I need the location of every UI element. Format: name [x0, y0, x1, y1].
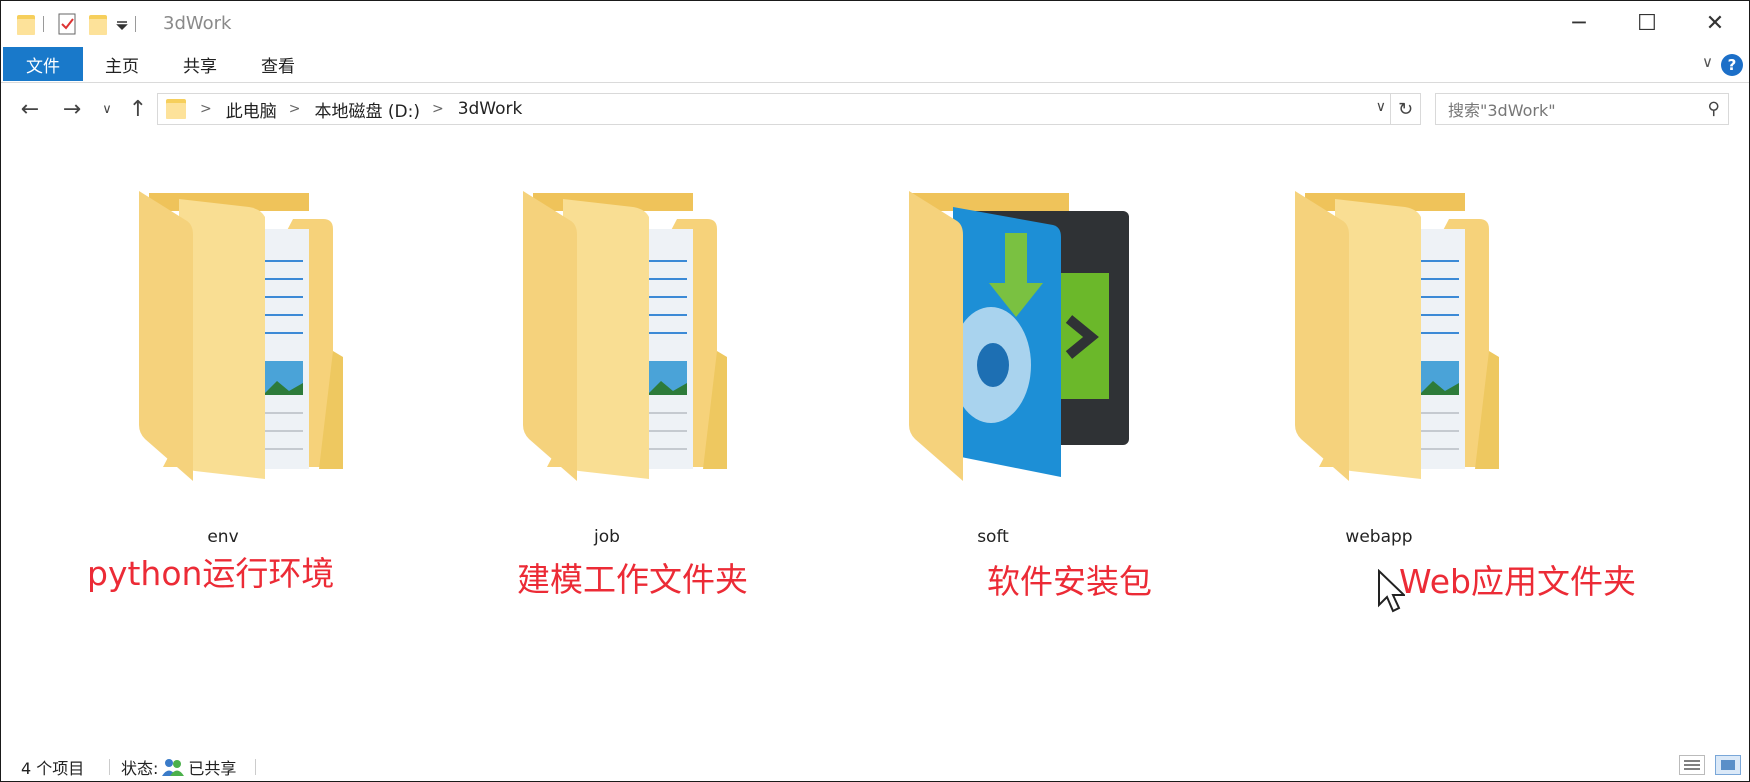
- tab-share[interactable]: 共享: [165, 47, 235, 81]
- ribbon-tabs: 文件 主页 共享 查看 ∨ ?: [1, 47, 1749, 83]
- properties-icon[interactable]: [57, 11, 77, 37]
- folder-name[interactable]: soft: [843, 527, 1143, 547]
- status-bar: 4 个项目 状态: 已共享: [1, 751, 1749, 781]
- folder-item-job[interactable]: job: [457, 181, 757, 547]
- folder-documents-icon: [523, 191, 727, 481]
- search-icon[interactable]: ⚲: [1708, 99, 1720, 119]
- customize-qat-icon[interactable]: [115, 11, 129, 37]
- chevron-right-icon[interactable]: >: [200, 101, 212, 117]
- breadcrumb-3dwork[interactable]: 3dWork: [458, 99, 523, 119]
- help-icon[interactable]: ?: [1721, 54, 1743, 76]
- folder-documents-icon: [139, 191, 343, 481]
- annotation-job: 建模工作文件夹: [517, 560, 748, 599]
- folder-name[interactable]: job: [457, 527, 757, 547]
- details-view-icon[interactable]: [1679, 755, 1705, 775]
- new-folder-icon[interactable]: [87, 11, 109, 37]
- mouse-cursor-icon: [1378, 569, 1405, 613]
- share-status: 状态: 已共享: [121, 755, 236, 779]
- chevron-right-icon[interactable]: >: [289, 101, 301, 117]
- folder-documents-icon: [1295, 191, 1499, 481]
- folder-item-soft[interactable]: soft: [843, 181, 1143, 547]
- navigation-bar: ← → ∨ ↑ > 此电脑 > 本地磁盘 (D:) > 3dWork ∨ ↻ 搜…: [1, 91, 1749, 127]
- breadcrumb-this-pc[interactable]: 此电脑: [226, 97, 277, 122]
- folder-content-area: env job soft webapp python运行环境 建模工作文件夹 软…: [1, 131, 1749, 751]
- tab-view[interactable]: 查看: [243, 47, 313, 81]
- window-title: 3dWork: [163, 13, 232, 34]
- maximize-button[interactable]: ☐: [1613, 1, 1681, 45]
- folder-item-env[interactable]: env: [73, 181, 373, 547]
- close-button[interactable]: ✕: [1681, 1, 1749, 45]
- search-placeholder: 搜索"3dWork": [1448, 101, 1556, 120]
- folder-item-webapp[interactable]: webapp: [1229, 181, 1529, 547]
- annotation-soft: 软件安装包: [987, 562, 1152, 601]
- annotation-webapp: Web应用文件夹: [1399, 562, 1636, 601]
- minimize-button[interactable]: ─: [1545, 1, 1613, 45]
- status-label: 状态:: [121, 759, 159, 778]
- refresh-icon[interactable]: ↻: [1391, 93, 1421, 125]
- chevron-down-icon[interactable]: ∨: [1702, 53, 1713, 71]
- shared-users-icon: [162, 759, 185, 776]
- folder-icon: [166, 99, 186, 119]
- title-bar: 3dWork ─ ☐ ✕: [1, 1, 1749, 47]
- folder-name[interactable]: env: [73, 527, 373, 547]
- address-dropdown-icon[interactable]: ∨: [1376, 99, 1386, 115]
- breadcrumb-local-disk[interactable]: 本地磁盘 (D:): [314, 97, 420, 122]
- status-value: 已共享: [188, 759, 237, 778]
- chevron-right-icon[interactable]: >: [432, 101, 444, 117]
- tab-file[interactable]: 文件: [3, 47, 83, 81]
- tab-home[interactable]: 主页: [87, 47, 157, 81]
- folder-name[interactable]: webapp: [1229, 527, 1529, 547]
- folder-installer-icon: [909, 191, 1129, 481]
- large-icons-view-icon[interactable]: [1715, 755, 1741, 775]
- recent-locations-icon[interactable]: ∨: [97, 95, 117, 123]
- up-arrow-icon[interactable]: ↑: [123, 95, 153, 123]
- address-bar[interactable]: > 此电脑 > 本地磁盘 (D:) > 3dWork ∨: [157, 93, 1391, 125]
- forward-arrow-icon[interactable]: →: [57, 95, 87, 123]
- folder-icon: [17, 15, 35, 35]
- annotation-env: python运行环境: [87, 554, 335, 593]
- search-input[interactable]: 搜索"3dWork" ⚲: [1435, 93, 1729, 125]
- explorer-window: 3dWork ─ ☐ ✕ 文件 主页 共享 查看 ∨ ? ← → ∨ ↑ > 此…: [0, 0, 1750, 782]
- back-arrow-icon[interactable]: ←: [15, 95, 45, 123]
- item-count: 4 个项目: [21, 759, 85, 778]
